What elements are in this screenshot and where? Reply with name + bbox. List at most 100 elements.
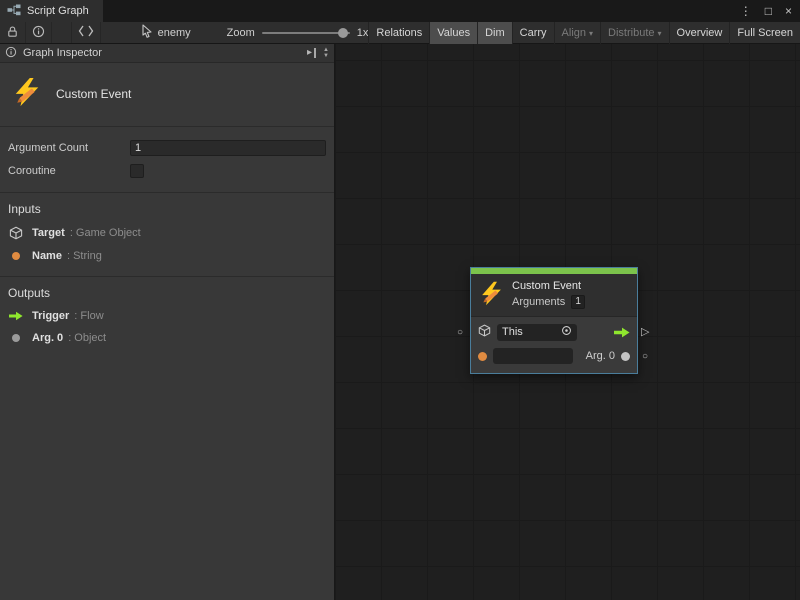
io-row-target: Target : Game Object (8, 226, 326, 240)
target-picker-icon[interactable] (561, 325, 572, 339)
code-icon (78, 25, 94, 40)
window-titlebar: Script Graph ⋮ □ × (0, 0, 800, 22)
dock-panel-icon[interactable]: ▸ (307, 48, 316, 58)
window-controls: ⋮ □ × (740, 0, 792, 22)
custom-event-bolt-icon (479, 281, 504, 309)
argument-count-input[interactable] (130, 140, 326, 156)
object-port-icon[interactable] (621, 352, 630, 361)
button-label: Carry (520, 27, 547, 39)
toolbar-button-values[interactable]: Values (429, 22, 477, 44)
arg0-output-label: Arg. 0 (586, 350, 615, 362)
port-name: Trigger (32, 310, 69, 322)
button-label: Relations (376, 27, 422, 39)
toolbar-button-align[interactable]: Align▾ (554, 22, 600, 44)
tab-script-graph[interactable]: Script Graph (0, 0, 103, 22)
graph-canvas[interactable]: Custom Event Arguments 1 This (335, 44, 800, 600)
custom-event-bolt-icon (12, 77, 42, 110)
unit-header: Custom Event (0, 63, 334, 127)
port-type: : Game Object (70, 227, 141, 239)
toolbar-button-overview[interactable]: Overview (669, 22, 730, 44)
port-name: Arg. 0 (32, 332, 63, 344)
edit-script-button[interactable] (72, 22, 101, 43)
arguments-label: Arguments (512, 296, 565, 308)
unit-title: Custom Event (56, 87, 131, 101)
node-title: Custom Event (512, 280, 585, 292)
chevron-down-icon: ▾ (589, 29, 593, 38)
port-type: : String (67, 250, 102, 262)
inspector-header-tools: ▸ ▲▼ (307, 47, 329, 59)
toolbar-button-carry[interactable]: Carry (512, 22, 554, 44)
port-type: : Flow (74, 310, 103, 322)
port-type: : Object (68, 332, 106, 344)
node-header-text: Custom Event Arguments 1 (512, 280, 585, 309)
inspector-toggle-button[interactable] (26, 22, 52, 43)
target-dropdown-value: This (502, 326, 523, 338)
cursor-icon (141, 24, 153, 41)
button-label: Dim (485, 27, 505, 39)
zoom-slider-track (262, 32, 350, 34)
zoom-slider[interactable] (262, 22, 350, 44)
info-icon (5, 46, 17, 61)
node-header[interactable]: Custom Event Arguments 1 (471, 274, 637, 317)
zoom-label: Zoom (227, 27, 255, 39)
unit-settings: Argument Count Coroutine (0, 127, 334, 193)
toolbar-button-relations[interactable]: Relations (368, 22, 429, 44)
node-custom-event[interactable]: Custom Event Arguments 1 This (470, 267, 638, 374)
toolbar-button-dim[interactable]: Dim (477, 22, 512, 44)
zoom-control: Zoom 1x (227, 22, 369, 43)
lock-button[interactable] (0, 22, 26, 43)
unity-script-graph-window: Script Graph ⋮ □ × (0, 0, 800, 600)
value-output-connection-port[interactable]: ○ (642, 352, 648, 362)
arg0-output: Arg. 0 (586, 350, 630, 362)
trigger-flow-port-icon[interactable] (614, 327, 630, 338)
outputs-title: Outputs (8, 286, 326, 300)
game-object-cube-icon (8, 226, 23, 240)
inputs-title: Inputs (8, 202, 326, 216)
name-value-input[interactable] (493, 348, 573, 364)
toolbar-button-distribute[interactable]: Distribute ▾ (600, 22, 668, 44)
lock-icon (6, 25, 19, 41)
flow-output-connection-port[interactable]: ▷ (641, 327, 649, 338)
arguments-count-field[interactable]: 1 (571, 295, 585, 309)
target-port-row: This (478, 323, 630, 341)
graph-crumb-label: enemy (158, 27, 191, 39)
port-name: Target (32, 227, 65, 239)
string-port-icon[interactable] (478, 352, 487, 361)
name-port-row: Arg. 0 (478, 347, 630, 365)
input-connection-port[interactable]: ○ (457, 328, 463, 338)
chevron-down-icon: ▾ (658, 29, 662, 38)
outputs-section: Outputs Trigger : Flow Arg. 0 : Object (0, 277, 334, 358)
coroutine-checkbox[interactable] (130, 164, 144, 178)
target-dropdown[interactable]: This (497, 324, 577, 341)
button-label: Distribute (608, 27, 654, 39)
coroutine-row: Coroutine (8, 162, 326, 179)
panel-title: Graph Inspector (23, 47, 102, 59)
inputs-section: Inputs Target : Game Object Name: String (0, 193, 334, 277)
graph-toolbar: enemy Zoom 1x Relations Values Dim Carry… (0, 22, 800, 44)
button-label: Align (562, 27, 586, 39)
node-arguments: Arguments 1 (512, 295, 585, 309)
close-icon[interactable]: × (785, 4, 792, 18)
info-icon (32, 25, 45, 41)
tab-title: Script Graph (27, 5, 89, 17)
button-label: Values (437, 27, 470, 39)
graph-breadcrumb[interactable]: enemy (141, 22, 191, 43)
scroll-stepper[interactable]: ▲▼ (323, 47, 329, 59)
graph-inspector-header: Graph Inspector ▸ ▲▼ (0, 44, 334, 63)
game-object-cube-icon (478, 324, 491, 340)
graph-inspector-panel: Graph Inspector ▸ ▲▼ Custom Event Ar (0, 44, 335, 600)
maximize-icon[interactable]: □ (765, 4, 772, 18)
flow-arrow-icon (8, 311, 23, 321)
button-label: Overview (677, 27, 723, 39)
window-menu-icon[interactable]: ⋮ (740, 4, 752, 18)
toolbar-button-full-screen[interactable]: Full Screen (729, 22, 800, 44)
argument-count-row: Argument Count (8, 139, 326, 156)
node-body: This Arg. 0 (471, 317, 637, 373)
io-row-name: Name: String (8, 250, 326, 262)
object-port-icon (8, 334, 23, 342)
button-label: Full Screen (737, 27, 793, 39)
script-graph-icon (7, 4, 21, 19)
stepper-down-icon[interactable]: ▼ (323, 53, 329, 59)
zoom-slider-knob[interactable] (338, 28, 348, 38)
string-port-icon (8, 252, 23, 260)
